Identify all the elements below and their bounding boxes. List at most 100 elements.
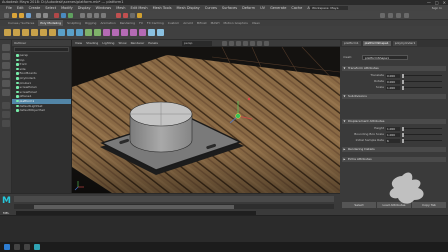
viewport-panel[interactable]: View Shading Lighting Show Renderer Panels pe…	[72, 40, 340, 193]
snap-grid-icon[interactable]	[80, 13, 85, 18]
viewport-menu-view[interactable]: View	[75, 40, 82, 47]
field-slider-knob[interactable]	[402, 126, 404, 131]
poly-cylinder-icon[interactable]	[22, 29, 29, 36]
viewport-menu-renderer[interactable]: Renderer	[131, 40, 145, 47]
move-tool-icon[interactable]	[2, 71, 10, 78]
section-subdivisions[interactable]: Subdivisions	[342, 94, 446, 99]
field-slider-knob[interactable]	[402, 138, 404, 143]
separate-icon[interactable]	[67, 29, 74, 36]
rotate-tool-icon[interactable]	[2, 80, 10, 87]
poly-torus-icon[interactable]	[40, 29, 47, 36]
lights-icon[interactable]	[243, 41, 248, 46]
snap-view-icon[interactable]	[101, 13, 106, 18]
insert-edge-loop-icon[interactable]	[139, 29, 146, 36]
target-weld-icon[interactable]	[157, 29, 164, 36]
attr-tab-polycylinder1[interactable]: polyCylinder1	[392, 41, 418, 46]
lasso-tool-icon[interactable]	[2, 53, 10, 60]
field-slider-knob[interactable]	[402, 85, 404, 90]
viewport-menu-lighting[interactable]: Lighting	[102, 40, 114, 47]
search-icon[interactable]	[14, 244, 20, 250]
viewport-menu-show[interactable]: Show	[118, 40, 126, 47]
field-slider[interactable]	[402, 81, 442, 82]
select-by-component-icon[interactable]	[68, 13, 73, 18]
field-slider[interactable]	[402, 134, 442, 135]
undo-icon[interactable]	[36, 13, 41, 18]
isolate-select-icon[interactable]	[257, 41, 262, 46]
section-rendering-details[interactable]: Rendering Details	[342, 147, 446, 152]
poly-sphere-icon[interactable]	[4, 29, 11, 36]
range-handle[interactable]	[34, 204, 234, 209]
viewport-menu-shading[interactable]: Shading	[86, 40, 98, 47]
channel-box-icon[interactable]	[388, 13, 393, 18]
maya-taskbar-icon[interactable]	[34, 244, 40, 250]
poly-cube-icon[interactable]	[13, 29, 20, 36]
select-by-object-icon[interactable]	[61, 13, 66, 18]
poly-plane-icon[interactable]	[49, 29, 56, 36]
field-slider-knob[interactable]	[402, 79, 404, 84]
field-value[interactable]: 0.000	[386, 79, 400, 84]
snap-point-icon[interactable]	[94, 13, 99, 18]
command-input[interactable]	[16, 211, 256, 215]
redo-icon[interactable]	[43, 13, 48, 18]
field-value[interactable]: 1.000	[386, 126, 400, 131]
field-value[interactable]: 1.000	[386, 85, 400, 90]
field-slider[interactable]	[402, 140, 442, 141]
bridge-icon[interactable]	[112, 29, 119, 36]
field-slider-knob[interactable]	[402, 73, 404, 78]
scale-tool-icon[interactable]	[2, 89, 10, 96]
smooth-icon[interactable]	[85, 29, 92, 36]
render-icon[interactable]	[116, 13, 121, 18]
merge-icon[interactable]	[148, 29, 155, 36]
workspace-dropdown[interactable]: Workspace: Maya Classic	[310, 6, 348, 14]
mode-dropdown-icon[interactable]	[4, 13, 9, 18]
field-value[interactable]: 6	[386, 138, 400, 143]
task-view-icon[interactable]	[24, 244, 30, 250]
bevel-icon[interactable]	[121, 29, 128, 36]
field-value[interactable]: 0.000	[386, 73, 400, 78]
textured-icon[interactable]	[236, 41, 241, 46]
section-extra-attributes[interactable]: Extra Attributes	[342, 157, 446, 162]
paint-select-icon[interactable]	[2, 62, 10, 69]
section-transform-attributes[interactable]: Transform Attributes	[342, 66, 446, 71]
select-tool-icon[interactable]	[2, 44, 10, 51]
ipr-render-icon[interactable]	[123, 13, 128, 18]
boolean-icon[interactable]	[94, 29, 101, 36]
field-slider-knob[interactable]	[402, 132, 404, 137]
select-by-hierarchy-icon[interactable]	[54, 13, 59, 18]
section-displacement-attributes[interactable]: Displacement Attributes	[342, 119, 446, 124]
range-slider[interactable]	[14, 204, 334, 209]
modeling-toolkit-icon[interactable]	[380, 13, 385, 18]
combine-icon[interactable]	[58, 29, 65, 36]
wireframe-icon[interactable]	[222, 41, 227, 46]
tool-settings-icon[interactable]	[404, 13, 409, 18]
new-scene-icon[interactable]	[12, 13, 17, 18]
hypershade-icon[interactable]	[137, 13, 142, 18]
outliner-item[interactable]: defaultObjectSet	[12, 108, 71, 113]
xray-icon[interactable]	[264, 41, 269, 46]
viewport-menu-panels[interactable]: Panels	[148, 40, 158, 47]
poly-cone-icon[interactable]	[31, 29, 38, 36]
camera-field[interactable]: persp	[182, 41, 212, 46]
attribute-editor-icon[interactable]	[396, 13, 401, 18]
render-settings-icon[interactable]	[130, 13, 135, 18]
outliner-search-input[interactable]	[14, 47, 69, 52]
mesh-name-field[interactable]: platformShape1	[362, 55, 408, 60]
single-view-icon[interactable]	[2, 102, 10, 109]
smooth-shade-icon[interactable]	[229, 41, 234, 46]
field-slider[interactable]	[402, 128, 442, 129]
multi-cut-icon[interactable]	[130, 29, 137, 36]
start-icon[interactable]	[4, 244, 10, 250]
extrude-icon[interactable]	[103, 29, 110, 36]
attr-tab-platformshape1[interactable]: platformShape1	[362, 41, 391, 46]
field-value[interactable]: 1.000	[386, 132, 400, 137]
four-view-icon[interactable]	[2, 111, 10, 118]
extract-icon[interactable]	[76, 29, 83, 36]
field-slider[interactable]	[402, 87, 442, 88]
open-scene-icon[interactable]	[19, 13, 24, 18]
outliner-layout-icon[interactable]	[2, 120, 10, 127]
attr-tab-platform1[interactable]: platform1	[342, 41, 361, 46]
save-scene-icon[interactable]	[26, 13, 31, 18]
shadows-icon[interactable]	[250, 41, 255, 46]
time-ruler[interactable]	[14, 196, 334, 202]
field-slider[interactable]	[402, 75, 442, 76]
